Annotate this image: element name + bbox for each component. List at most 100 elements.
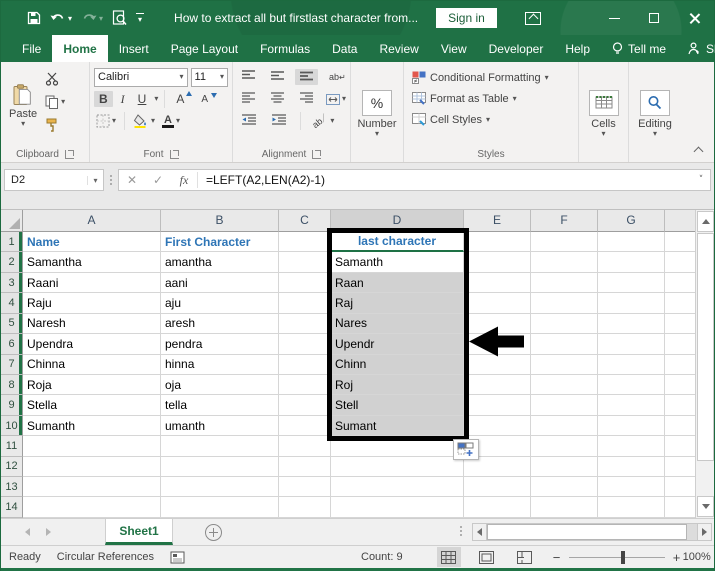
cell-A1[interactable]: Name [23, 232, 161, 253]
column-header-partial[interactable] [665, 210, 697, 232]
cell-B7[interactable]: hinna [161, 354, 279, 375]
tab-home[interactable]: Home [52, 35, 108, 62]
vertical-scroll-thumb[interactable] [697, 233, 714, 461]
cell-partial-4[interactable] [665, 293, 697, 314]
cell-D4[interactable]: Raj [331, 293, 464, 314]
cell-B5[interactable]: aresh [161, 313, 279, 335]
cell-D3[interactable]: Raan [331, 272, 464, 294]
formula-input-bar[interactable]: ✕ ✓ fx =LEFT(A2,LEN(A2)-1) ˅ [118, 169, 711, 191]
editing-button[interactable]: Editing ▾ [632, 65, 678, 162]
cell-G8[interactable] [598, 374, 665, 396]
cell-F11[interactable] [531, 436, 598, 457]
tabbar-splitter[interactable] [460, 526, 462, 536]
vertical-scrollbar[interactable] [695, 210, 714, 518]
cell-A14[interactable] [23, 497, 161, 518]
cell-E14[interactable] [464, 497, 531, 518]
bottom-align-button[interactable] [295, 69, 318, 85]
name-box-caret[interactable]: ▾ [87, 175, 103, 185]
cell-F7[interactable] [531, 354, 598, 375]
cell-E1[interactable] [464, 232, 531, 253]
tab-tell-me[interactable]: Tell me [601, 35, 677, 62]
cell-A12[interactable] [23, 456, 161, 478]
ribbon-display-options-icon[interactable] [524, 11, 541, 25]
cell-E4[interactable] [464, 293, 531, 314]
cell-E2[interactable] [464, 252, 531, 273]
orientation-dropdown-caret[interactable]: ▾ [330, 117, 334, 125]
cell-E10[interactable] [464, 415, 531, 437]
cells-button[interactable]: Cells ▾ [583, 65, 625, 162]
cell-E9[interactable] [464, 395, 531, 416]
expand-formula-bar-caret[interactable]: ˅ [692, 175, 710, 185]
cell-D10[interactable]: Sumant [331, 415, 464, 437]
cell-C1[interactable] [279, 232, 331, 253]
customize-qat-caret[interactable]: ▾ [136, 12, 145, 24]
cell-E8[interactable] [464, 374, 531, 396]
cell-G7[interactable] [598, 354, 665, 375]
cell-F2[interactable] [531, 252, 598, 273]
alignment-dialog-launcher[interactable] [312, 149, 322, 159]
tab-help[interactable]: Help [554, 35, 601, 62]
cell-F13[interactable] [531, 477, 598, 498]
row-header-1[interactable]: 1 [1, 232, 23, 253]
font-color-button[interactable]: A ▾ [160, 111, 182, 131]
zoom-out-button[interactable]: − [551, 550, 563, 565]
tab-share[interactable]: Share [677, 35, 715, 62]
cell-A2[interactable]: Samantha [23, 252, 161, 273]
number-format-button[interactable]: % Number ▾ [351, 65, 402, 162]
row-header-12[interactable]: 12 [1, 456, 23, 478]
tab-review[interactable]: Review [368, 35, 429, 62]
cell-D8[interactable]: Roj [331, 374, 464, 396]
cell-D9[interactable]: Stell [331, 395, 464, 416]
cell-styles-caret[interactable]: ▾ [486, 115, 490, 124]
autofill-options-button[interactable] [453, 439, 479, 460]
tab-formulas[interactable]: Formulas [249, 35, 321, 62]
cell-partial-10[interactable] [665, 415, 697, 437]
cell-C5[interactable] [279, 313, 331, 335]
cell-partial-8[interactable] [665, 374, 697, 396]
cell-A6[interactable]: Upendra [23, 334, 161, 355]
cell-G4[interactable] [598, 293, 665, 314]
borders-button[interactable]: ▾ [94, 111, 118, 131]
underline-button[interactable]: U [133, 91, 152, 107]
column-header-g[interactable]: G [598, 210, 665, 232]
cell-partial-5[interactable] [665, 313, 697, 335]
cut-button[interactable] [43, 69, 67, 89]
cell-F6[interactable] [531, 334, 598, 355]
format-painter-button[interactable] [43, 115, 67, 135]
cell-B2[interactable]: amantha [161, 252, 279, 273]
cell-D14[interactable] [331, 497, 464, 518]
cell-D5[interactable]: Nares [331, 313, 464, 335]
column-header-b[interactable]: B [161, 210, 279, 232]
row-header-4[interactable]: 4 [1, 293, 23, 314]
cell-F14[interactable] [531, 497, 598, 518]
cell-B12[interactable] [161, 456, 279, 478]
prev-sheet-button[interactable] [25, 528, 30, 536]
tab-data[interactable]: Data [321, 35, 368, 62]
cell-G1[interactable] [598, 232, 665, 253]
cell-A13[interactable] [23, 477, 161, 498]
cell-F10[interactable] [531, 415, 598, 437]
row-header-14[interactable]: 14 [1, 497, 23, 518]
zoom-slider-track[interactable] [568, 550, 665, 564]
increase-font-button[interactable]: A [171, 91, 193, 107]
cell-G5[interactable] [598, 313, 665, 335]
cell-G12[interactable] [598, 456, 665, 478]
format-as-table-caret[interactable]: ▾ [513, 94, 517, 103]
cell-D13[interactable] [331, 477, 464, 498]
cell-A8[interactable]: Roja [23, 374, 161, 396]
row-header-13[interactable]: 13 [1, 477, 23, 498]
cell-A7[interactable]: Chinna [23, 354, 161, 375]
column-header-e[interactable]: E [464, 210, 531, 232]
cell-G10[interactable] [598, 415, 665, 437]
cell-partial-11[interactable] [665, 436, 697, 457]
font-dialog-launcher[interactable] [169, 149, 179, 159]
font-size-combo[interactable]: 11 ▾ [190, 67, 228, 87]
column-header-c[interactable]: C [279, 210, 331, 232]
top-align-button[interactable] [237, 69, 260, 85]
cell-F9[interactable] [531, 395, 598, 416]
cell-A9[interactable]: Stella [23, 395, 161, 416]
cell-A5[interactable]: Naresh [23, 313, 161, 335]
undo-button[interactable]: ▾ [50, 12, 72, 25]
cell-G11[interactable] [598, 436, 665, 457]
middle-align-button[interactable] [266, 69, 289, 85]
